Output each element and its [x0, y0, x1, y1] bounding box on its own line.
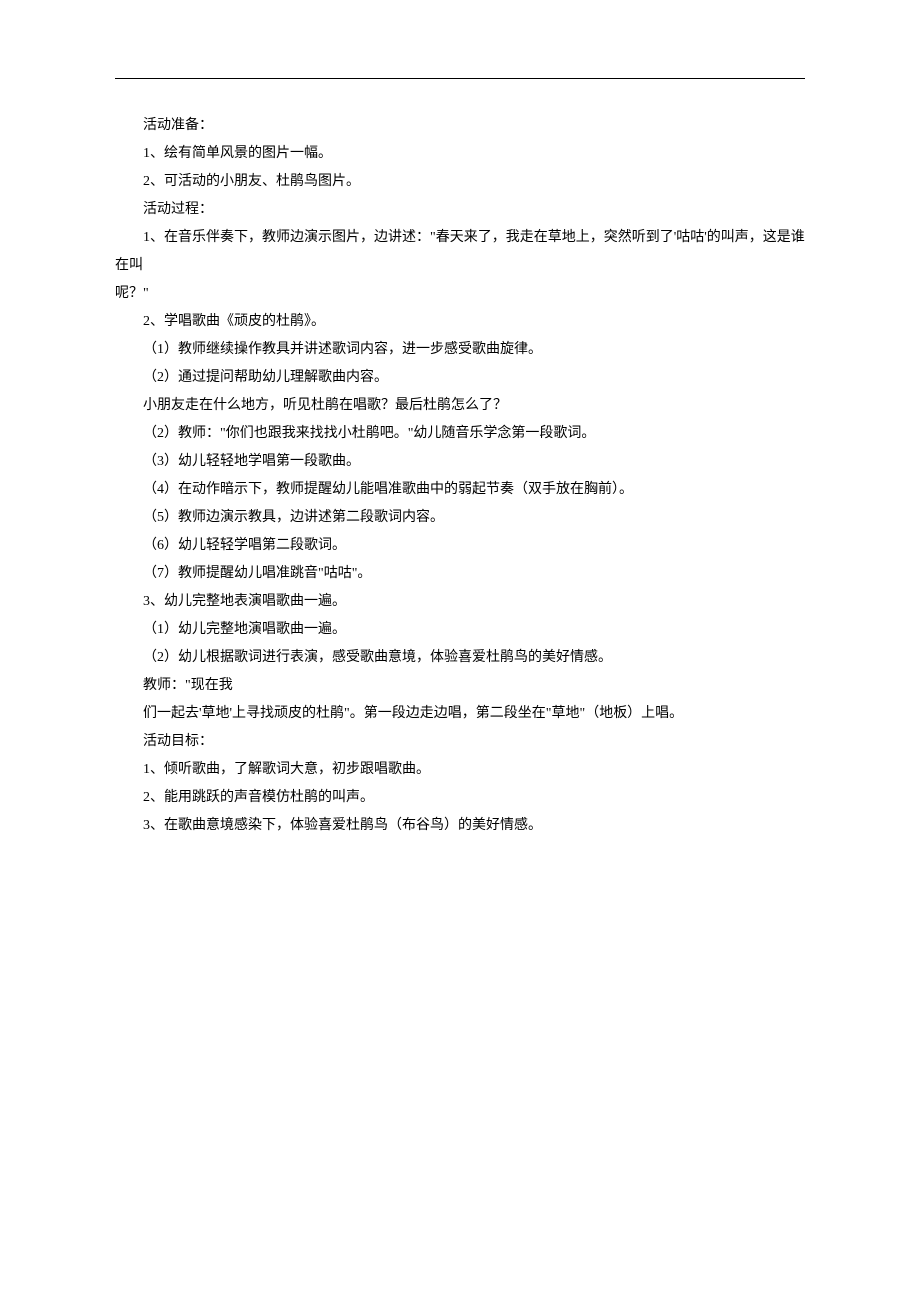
text-line: 呢？"	[115, 280, 805, 308]
text-line: 活动目标：	[115, 728, 805, 756]
horizontal-divider	[115, 78, 805, 79]
text-line: 2、学唱歌曲《顽皮的杜鹃》。	[115, 308, 805, 336]
text-line: 活动准备：	[115, 112, 805, 140]
text-line: （1）教师继续操作教具并讲述歌词内容，进一步感受歌曲旋律。	[115, 336, 805, 364]
text-line: 2、能用跳跃的声音模仿杜鹃的叫声。	[115, 784, 805, 812]
text-line: （5）教师边演示教具，边讲述第二段歌词内容。	[115, 504, 805, 532]
text-line: （3）幼儿轻轻地学唱第一段歌曲。	[115, 448, 805, 476]
text-line: 2、可活动的小朋友、杜鹃鸟图片。	[115, 168, 805, 196]
text-line: 3、在歌曲意境感染下，体验喜爱杜鹃鸟（布谷鸟）的美好情感。	[115, 812, 805, 840]
text-line: （2）幼儿根据歌词进行表演，感受歌曲意境，体验喜爱杜鹃鸟的美好情感。	[115, 644, 805, 672]
text-line: （6）幼儿轻轻学唱第二段歌词。	[115, 532, 805, 560]
document-content: 活动准备： 1、绘有简单风景的图片一幅。 2、可活动的小朋友、杜鹃鸟图片。 活动…	[115, 112, 805, 840]
text-line: （2）通过提问帮助幼儿理解歌曲内容。	[115, 364, 805, 392]
text-line: （4）在动作暗示下，教师提醒幼儿能唱准歌曲中的弱起节奏（双手放在胸前）。	[115, 476, 805, 504]
text-line: （7）教师提醒幼儿唱准跳音"咕咕"。	[115, 560, 805, 588]
text-line: 教师："现在我	[115, 672, 805, 700]
text-line: 活动过程：	[115, 196, 805, 224]
text-line: 1、绘有简单风景的图片一幅。	[115, 140, 805, 168]
text-line: 1、在音乐伴奏下，教师边演示图片，边讲述："春天来了，我走在草地上，突然听到了'…	[115, 224, 805, 280]
text-line: （2）教师："你们也跟我来找找小杜鹃吧。"幼儿随音乐学念第一段歌词。	[115, 420, 805, 448]
text-line: （1）幼儿完整地演唱歌曲一遍。	[115, 616, 805, 644]
text-line: 小朋友走在什么地方，听见杜鹃在唱歌？最后杜鹃怎么了？	[115, 392, 805, 420]
text-line: 1、倾听歌曲，了解歌词大意，初步跟唱歌曲。	[115, 756, 805, 784]
text-line: 3、幼儿完整地表演唱歌曲一遍。	[115, 588, 805, 616]
text-line: 们一起去'草地'上寻找顽皮的杜鹃"。第一段边走边唱，第二段坐在"草地"（地板）上…	[115, 700, 805, 728]
